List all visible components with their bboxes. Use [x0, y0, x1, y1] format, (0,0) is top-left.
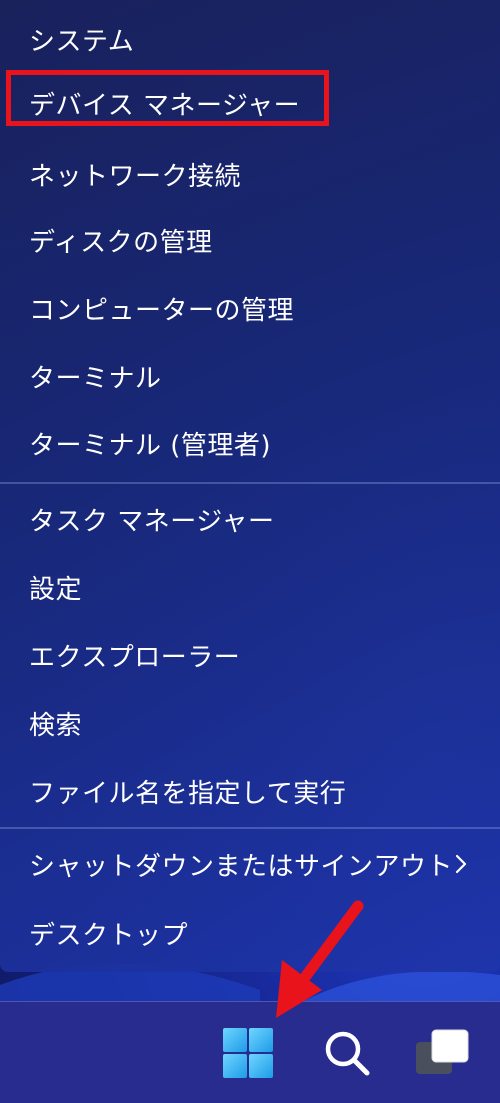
menu-item-terminal-admin[interactable]: ターミナル (管理者) — [0, 410, 500, 476]
menu-item-label: ターミナル — [29, 363, 162, 394]
menu-divider — [0, 827, 500, 829]
search-icon[interactable] — [321, 1027, 373, 1079]
menu-item-label: デバイス マネージャー — [29, 90, 301, 121]
menu-item-label: 設定 — [29, 574, 83, 605]
quick-link-menu: システム デバイス マネージャー ネットワーク接続 ディスクの管理 コンピュータ… — [0, 0, 500, 972]
menu-item-label: シャットダウンまたはサインアウト — [29, 851, 454, 882]
menu-item-network-connections[interactable]: ネットワーク接続 — [0, 141, 500, 207]
menu-item-system[interactable]: システム — [0, 6, 500, 72]
menu-item-label: ターミナル (管理者) — [29, 430, 272, 461]
menu-item-settings[interactable]: 設定 — [0, 554, 500, 620]
windows-start-icon[interactable] — [222, 1027, 274, 1079]
taskbar — [0, 1001, 500, 1103]
menu-item-label: ネットワーク接続 — [29, 161, 242, 192]
menu-item-label: ファイル名を指定して実行 — [29, 778, 347, 809]
menu-item-task-manager[interactable]: タスク マネージャー — [0, 486, 500, 552]
menu-item-disk-management[interactable]: ディスクの管理 — [0, 207, 500, 273]
menu-item-explorer[interactable]: エクスプローラー — [0, 622, 500, 688]
menu-item-label: エクスプローラー — [29, 642, 241, 673]
menu-item-label: コンピューターの管理 — [29, 295, 295, 326]
menu-item-shutdown-signout[interactable]: シャットダウンまたはサインアウト — [0, 831, 500, 897]
menu-item-computer-management[interactable]: コンピューターの管理 — [0, 275, 500, 341]
menu-item-label: デスクトップ — [29, 920, 189, 951]
menu-item-search[interactable]: 検索 — [0, 690, 500, 756]
task-view-icon[interactable] — [414, 1026, 470, 1080]
menu-item-run[interactable]: ファイル名を指定して実行 — [0, 758, 500, 824]
menu-divider — [0, 482, 500, 484]
menu-item-desktop[interactable]: デスクトップ — [0, 900, 500, 966]
menu-item-device-manager[interactable]: デバイス マネージャー — [0, 70, 500, 136]
menu-item-terminal[interactable]: ターミナル — [0, 343, 500, 409]
chevron-right-icon — [455, 854, 467, 874]
menu-item-label: システム — [29, 26, 135, 57]
menu-item-label: タスク マネージャー — [29, 506, 275, 537]
menu-item-label: 検索 — [29, 710, 83, 741]
menu-item-label: ディスクの管理 — [29, 227, 213, 258]
